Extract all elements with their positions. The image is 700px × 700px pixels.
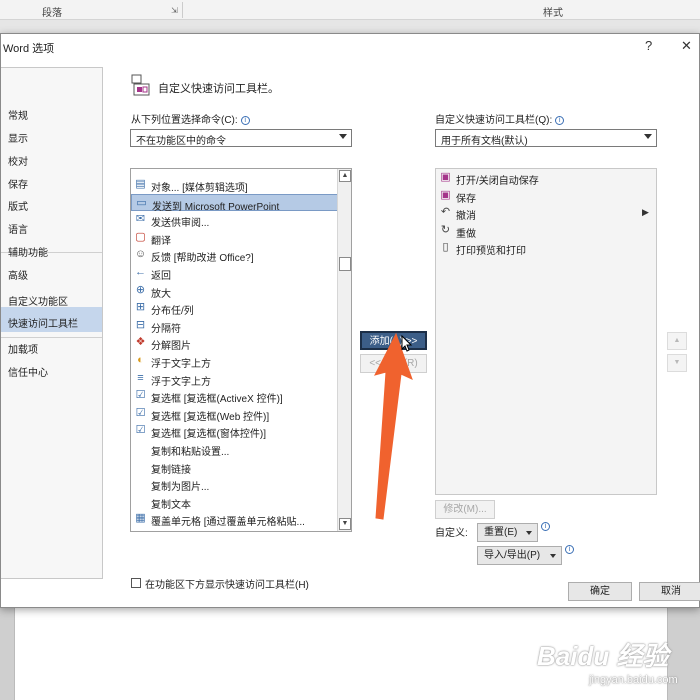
- watermark-url: jingyan.baidu.com: [589, 674, 678, 686]
- annotation-arrow: [374, 332, 413, 520]
- watermark-logo: Baidu 经验: [537, 641, 669, 671]
- mouse-cursor-icon: [401, 335, 413, 352]
